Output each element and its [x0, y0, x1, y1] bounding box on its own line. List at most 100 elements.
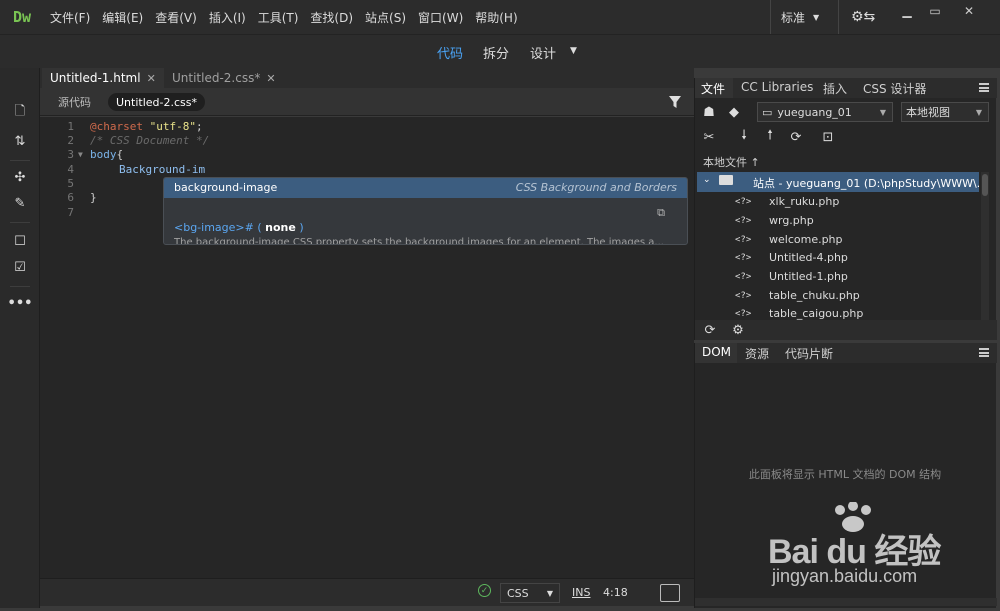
file-row[interactable]: <?> Untitled-1.php [735, 267, 975, 286]
format-source-icon[interactable]: ✎ [8, 192, 32, 214]
hint-category: CSS Background and Borders [515, 181, 677, 194]
view-code-button[interactable]: 代码 [437, 43, 463, 62]
menu-tools[interactable]: 工具(T) [252, 9, 305, 26]
open-document-icon[interactable]: 🗋 [8, 102, 32, 124]
close-tab-icon[interactable]: ✕ [147, 72, 156, 85]
dom-panel-tabs: DOM 资源 代码片断 [695, 343, 997, 363]
menu-file[interactable]: 文件(F) [44, 9, 96, 26]
php-file-icon: <?> [735, 271, 752, 282]
more-options-icon[interactable]: ••• [8, 292, 33, 314]
tab-snippets[interactable]: 代码片断 [785, 345, 833, 362]
insert-mode-toggle[interactable]: INS [572, 586, 590, 599]
file-name: table_chuku.php [769, 289, 860, 302]
related-css-file[interactable]: Untitled-2.css* [108, 93, 205, 111]
document-tabs: Untitled-1.html ✕ Untitled-2.css* ✕ [40, 68, 694, 88]
expand-panel-icon[interactable]: ⊡ [819, 128, 837, 146]
git-icon[interactable]: ◆ [725, 103, 743, 121]
hint-description: The background-image CSS property sets t… [174, 237, 664, 245]
panel-menu-icon[interactable] [979, 83, 989, 92]
disconnect-icon[interactable]: ✂ [700, 128, 718, 146]
refresh-icon[interactable]: ⟳ [701, 321, 719, 339]
maximize-icon[interactable]: ▭ [918, 0, 952, 22]
tab-files[interactable]: 文件 [701, 80, 725, 97]
document-type-label: CSS [507, 586, 529, 600]
menu-find[interactable]: 查找(D) [304, 9, 359, 26]
related-source-code[interactable]: 源代码 [50, 93, 99, 111]
filter-icon[interactable] [668, 95, 682, 109]
file-name: wrg.php [769, 214, 814, 227]
external-link-icon[interactable]: ⧉ [657, 206, 665, 220]
dom-empty-message: 此面板将显示 HTML 文档的 DOM 结构 [748, 468, 942, 481]
remove-comment-icon[interactable]: ☑ [8, 256, 32, 278]
file-row[interactable]: <?> table_chuku.php [735, 286, 975, 305]
view-design-button[interactable]: 设计 [530, 43, 556, 62]
watermark-url: jingyan.baidu.com [772, 566, 918, 586]
cursor-position: 4:18 [603, 586, 628, 599]
put-files-icon[interactable]: 🠕 [761, 128, 779, 146]
chevron-down-icon: ▼ [813, 12, 820, 22]
refresh-icon[interactable]: ⟳ [787, 128, 805, 146]
site-root-row[interactable]: ⌄ 站点 - yueguang_01 (D:\phpStudy\WWW\... [697, 172, 979, 192]
realtime-preview-icon[interactable] [660, 584, 680, 602]
tab-assets[interactable]: 资源 [745, 345, 769, 362]
php-file-icon: <?> [735, 215, 752, 226]
get-files-icon[interactable]: 🠗 [735, 128, 753, 146]
tab-css-designer[interactable]: CSS 设计器 [863, 80, 926, 97]
sync-settings-icon[interactable]: ⚙⇆ [838, 0, 875, 34]
close-icon[interactable]: ✕ [952, 0, 986, 22]
file-name: table_caigou.php [769, 307, 864, 320]
code-hint-popup[interactable]: background-image CSS Background and Bord… [163, 177, 688, 245]
expand-all-icon[interactable]: ✣ [8, 166, 32, 188]
file-row[interactable]: <?> Untitled-4.php [735, 248, 975, 267]
tab-cc-libraries[interactable]: CC Libraries [741, 80, 813, 94]
chevron-down-icon: ▼ [879, 107, 886, 117]
view-split-button[interactable]: 拆分 [483, 43, 509, 62]
status-bar: ✓ CSS ▼ INS 4:18 [40, 578, 694, 606]
tab-insert[interactable]: 插入 [823, 80, 847, 97]
menu-edit[interactable]: 编辑(E) [96, 9, 149, 26]
chevron-down-icon: ▼ [546, 588, 553, 598]
menu-view[interactable]: 查看(V) [149, 9, 203, 26]
view-select[interactable]: 本地视图 ▼ [901, 102, 989, 122]
file-row[interactable]: <?> xlk_ruku.php [735, 192, 975, 211]
document-type-select[interactable]: CSS ▼ [500, 583, 560, 603]
site-select[interactable]: ▭ yueguang_01 ▼ [757, 102, 893, 122]
menu-window[interactable]: 窗口(W) [412, 9, 469, 26]
file-name: Untitled-1.php [769, 270, 848, 283]
view-name: 本地视图 [906, 106, 950, 119]
related-files-bar: 源代码 Untitled-2.css* [40, 88, 694, 116]
hint-property-name: background-image [174, 181, 278, 194]
file-row[interactable]: <?> welcome.php [735, 230, 975, 249]
fold-toggle-icon[interactable]: ▼ [78, 150, 83, 159]
tab-untitled-1-html[interactable]: Untitled-1.html ✕ [42, 68, 164, 88]
view-dropdown-icon[interactable]: ▼ [570, 46, 577, 56]
php-file-icon: <?> [735, 234, 752, 245]
no-errors-icon[interactable]: ✓ [478, 584, 491, 597]
close-tab-icon[interactable]: ✕ [266, 72, 275, 85]
apply-comment-icon[interactable]: ☐ [8, 230, 32, 252]
line-number: 5 [67, 177, 74, 190]
line-number: 6 [67, 191, 74, 204]
folder-icon: ▭ [762, 105, 773, 119]
tab-dom[interactable]: DOM [702, 345, 731, 359]
menu-site[interactable]: 站点(S) [359, 9, 412, 26]
local-files-header[interactable]: 本地文件 ↑ [703, 154, 760, 170]
scrollbar-thumb[interactable] [982, 174, 988, 196]
tab-label: Untitled-1.html [50, 71, 141, 85]
line-number: 1 [67, 120, 74, 133]
file-row[interactable]: <?> wrg.php [735, 211, 975, 230]
chevron-down-icon[interactable]: ⌄ [703, 175, 711, 185]
file-management-icon[interactable]: ⇅ [8, 130, 32, 152]
site-settings-icon[interactable]: ⚙ [729, 321, 747, 339]
files-panel: 文件 CC Libraries 插入 CSS 设计器 ☗ ◆ ▭ yueguan… [694, 78, 997, 340]
hint-syntax: <bg-image># ( none ) [174, 221, 304, 234]
workspace-switcher[interactable]: 标准 ▼ [770, 0, 819, 34]
panel-menu-icon[interactable] [979, 348, 989, 357]
menu-insert[interactable]: 插入(I) [203, 9, 252, 26]
code-line-3: body{ [90, 148, 124, 161]
connect-remote-icon[interactable]: ☗ [700, 103, 718, 121]
tab-untitled-2-css[interactable]: Untitled-2.css* ✕ [164, 68, 284, 88]
dom-scrollbar[interactable] [695, 598, 997, 606]
file-name: Untitled-4.php [769, 251, 848, 264]
menu-help[interactable]: 帮助(H) [469, 9, 523, 26]
